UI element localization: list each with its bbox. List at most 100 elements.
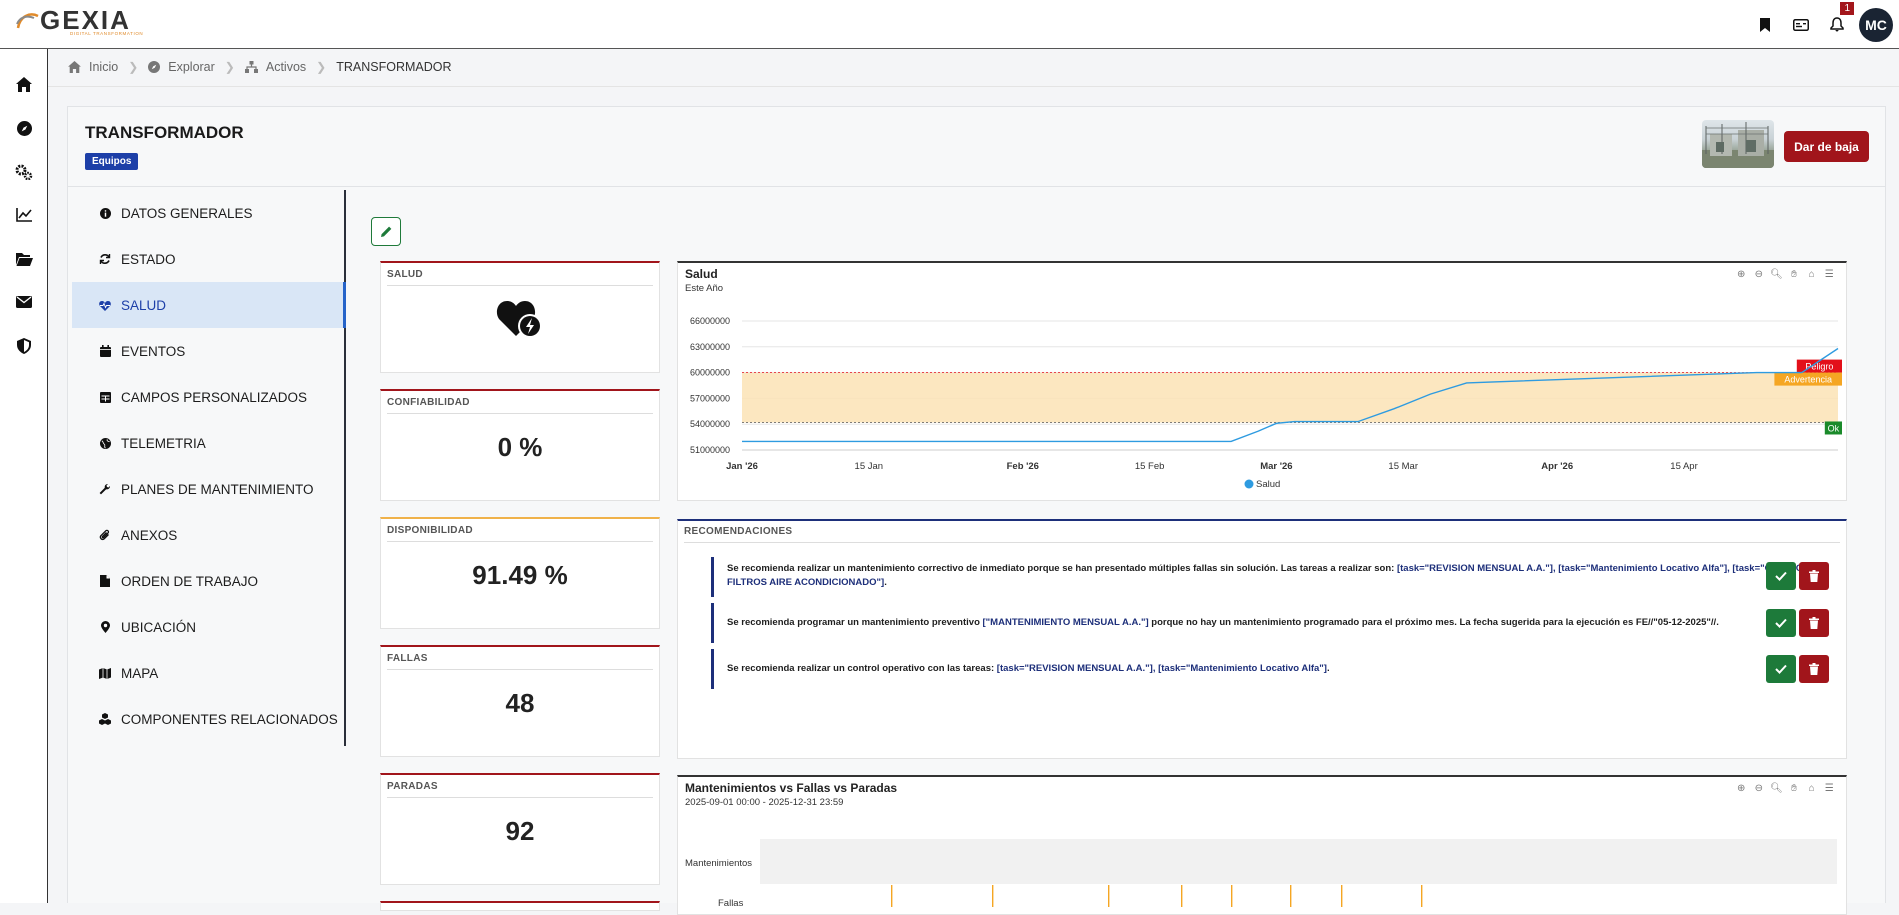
recommendation-tasks: ["MANTENIMIENTO MENSUAL A.A."] bbox=[982, 617, 1149, 628]
logo-text: GEXIA bbox=[40, 5, 131, 35]
health-chart-panel: Salud Este Año ⊕ ⊖ 🔍︎ ✋︎ ⌂ ☰ 51000000 540… bbox=[677, 261, 1847, 501]
chevron-right-icon: ❯ bbox=[316, 60, 327, 74]
y-tick-label: 63000000 bbox=[690, 342, 730, 352]
menu-item-datos-generales[interactable]: DATOS GENERALES bbox=[72, 190, 344, 236]
menu-item-ubicacion[interactable]: UBICACIÓN bbox=[72, 604, 344, 650]
compass-icon bbox=[16, 120, 32, 136]
recommendation-tasks: [task="REVISION MENSUAL A.A."], [task="M… bbox=[996, 663, 1327, 674]
menu-item-label: PLANES DE MANTENIMIENTO bbox=[121, 481, 314, 497]
delete-recommendation-button[interactable] bbox=[1799, 609, 1829, 637]
kpi-label: DISPONIBILIDAD bbox=[387, 525, 653, 542]
kpi-paradas: PARADAS 92 bbox=[380, 773, 660, 885]
user-avatar[interactable]: MC bbox=[1859, 7, 1893, 42]
chevron-right-icon: ❯ bbox=[128, 60, 139, 74]
decommission-button[interactable]: Dar de baja bbox=[1784, 131, 1869, 162]
timeline-chart-panel: Mantenimientos vs Fallas vs Paradas 2025… bbox=[677, 775, 1847, 915]
menu-item-anexos[interactable]: ANEXOS bbox=[72, 512, 344, 558]
envelope-icon bbox=[16, 296, 32, 309]
bookmark-button[interactable] bbox=[1747, 7, 1783, 43]
x-tick-label: 15 Jan bbox=[855, 461, 884, 472]
breadcrumb: Inicio ❯ Explorar ❯ Activos ❯ TRANSFORMA… bbox=[68, 58, 452, 76]
menu-item-label: MAPA bbox=[121, 665, 159, 681]
recommendation-text-end: . bbox=[1326, 663, 1330, 674]
asset-header: TRANSFORMADOR Equipos Dar de baja bbox=[68, 107, 1885, 187]
notifications-button[interactable]: 1 bbox=[1819, 1, 1855, 43]
failure-event-bar bbox=[1108, 885, 1110, 907]
compass-icon bbox=[148, 61, 161, 73]
bookmark-icon bbox=[1760, 17, 1770, 32]
health-chart: 51000000 54000000 57000000 60000000 63000000… bbox=[690, 316, 1842, 490]
menu-item-campos-personalizados[interactable]: CAMPOS PERSONALIZADOS bbox=[72, 374, 344, 420]
nav-files[interactable] bbox=[0, 237, 48, 281]
failure-event-bar bbox=[1181, 885, 1183, 907]
globe-icon bbox=[99, 437, 111, 449]
menu-item-eventos[interactable]: EVENTOS bbox=[72, 328, 344, 374]
x-tick-label: Feb '26 bbox=[1007, 461, 1039, 472]
gexia-logo[interactable]: GEXIA DIGITAL TRANSFORMATION bbox=[14, 5, 144, 36]
menu-item-telemetria[interactable]: TELEMETRIA bbox=[72, 420, 344, 466]
shield-icon bbox=[17, 337, 31, 354]
accept-recommendation-button[interactable] bbox=[1766, 655, 1796, 683]
legend-marker bbox=[1244, 479, 1254, 489]
x-tick-label: Jan '26 bbox=[726, 461, 758, 472]
asset-photo[interactable] bbox=[1702, 120, 1774, 168]
warning-band bbox=[742, 372, 1838, 423]
menu-item-salud[interactable]: SALUD bbox=[72, 282, 346, 328]
chevron-right-icon: ❯ bbox=[224, 60, 235, 74]
kpi-value: 91.49 % bbox=[472, 560, 568, 590]
legend-label: Salud bbox=[1256, 479, 1280, 490]
logo-tagline: DIGITAL TRANSFORMATION bbox=[70, 31, 144, 36]
failure-event-bar bbox=[1341, 885, 1343, 907]
refresh-icon bbox=[99, 254, 111, 264]
edit-button[interactable] bbox=[371, 217, 401, 246]
menu-item-mapa[interactable]: MAPA bbox=[72, 650, 344, 696]
recommendation-text: Se recomienda realizar un control operat… bbox=[727, 663, 997, 674]
breadcrumb-explore-label: Explorar bbox=[168, 60, 215, 74]
id-card-button[interactable] bbox=[1783, 7, 1819, 43]
kpi-confiabilidad: CONFIABILIDAD 0 % bbox=[380, 389, 660, 501]
nav-home[interactable] bbox=[0, 63, 48, 107]
nav-security[interactable] bbox=[0, 324, 48, 368]
cubes-icon bbox=[99, 713, 111, 725]
map-icon bbox=[99, 667, 111, 679]
nav-explore[interactable] bbox=[0, 107, 48, 151]
trash-icon bbox=[1809, 663, 1819, 675]
info-icon bbox=[99, 207, 111, 219]
recommendation-item: Se recomienda realizar un control operat… bbox=[711, 649, 1806, 689]
recommendation-text-end: . bbox=[884, 577, 887, 588]
home-icon bbox=[68, 61, 81, 73]
y-tick-label: 51000000 bbox=[690, 445, 730, 455]
menu-item-label: ORDEN DE TRABAJO bbox=[121, 573, 259, 589]
kpi-label: PARADAS bbox=[387, 781, 653, 798]
menu-item-componentes-relacionados[interactable]: COMPONENTES RELACIONADOS bbox=[72, 696, 344, 742]
breadcrumb-assets[interactable]: Activos bbox=[244, 60, 306, 74]
menu-item-estado[interactable]: ESTADO bbox=[72, 236, 344, 282]
menu-item-orden-trabajo[interactable]: ORDEN DE TRABAJO bbox=[72, 558, 344, 604]
kpi-salud: SALUD bbox=[380, 261, 660, 373]
accept-recommendation-button[interactable] bbox=[1766, 562, 1796, 590]
asset-title: TRANSFORMADOR bbox=[85, 123, 244, 142]
x-tick-label: 15 Mar bbox=[1388, 461, 1418, 472]
menu-item-planes-mantenimiento[interactable]: PLANES DE MANTENIMIENTO bbox=[72, 466, 344, 512]
menu-item-label: SALUD bbox=[121, 297, 167, 313]
nav-settings[interactable] bbox=[0, 150, 48, 194]
paperclip-icon bbox=[99, 529, 110, 541]
failure-event-bar bbox=[1231, 885, 1233, 907]
ok-label: Ok bbox=[1828, 423, 1840, 433]
trash-icon bbox=[1809, 617, 1819, 629]
breadcrumb-home[interactable]: Inicio bbox=[68, 60, 118, 74]
accept-recommendation-button[interactable] bbox=[1766, 609, 1796, 637]
bell-icon bbox=[1830, 17, 1844, 32]
menu-item-label: TELEMETRIA bbox=[121, 435, 206, 451]
recommendations-title: RECOMENDACIONES bbox=[684, 526, 793, 537]
nav-analytics[interactable] bbox=[0, 194, 48, 238]
delete-recommendation-button[interactable] bbox=[1799, 655, 1829, 683]
logo-swirl-icon bbox=[16, 13, 39, 29]
menu-item-label: ESTADO bbox=[121, 251, 176, 267]
breadcrumb-current: TRANSFORMADOR bbox=[336, 60, 452, 74]
notification-count-badge: 1 bbox=[1840, 1, 1854, 15]
nav-messages[interactable] bbox=[0, 281, 48, 325]
breadcrumb-explore[interactable]: Explorar bbox=[148, 60, 215, 74]
delete-recommendation-button[interactable] bbox=[1799, 562, 1829, 590]
menu-item-label: ANEXOS bbox=[121, 527, 178, 543]
